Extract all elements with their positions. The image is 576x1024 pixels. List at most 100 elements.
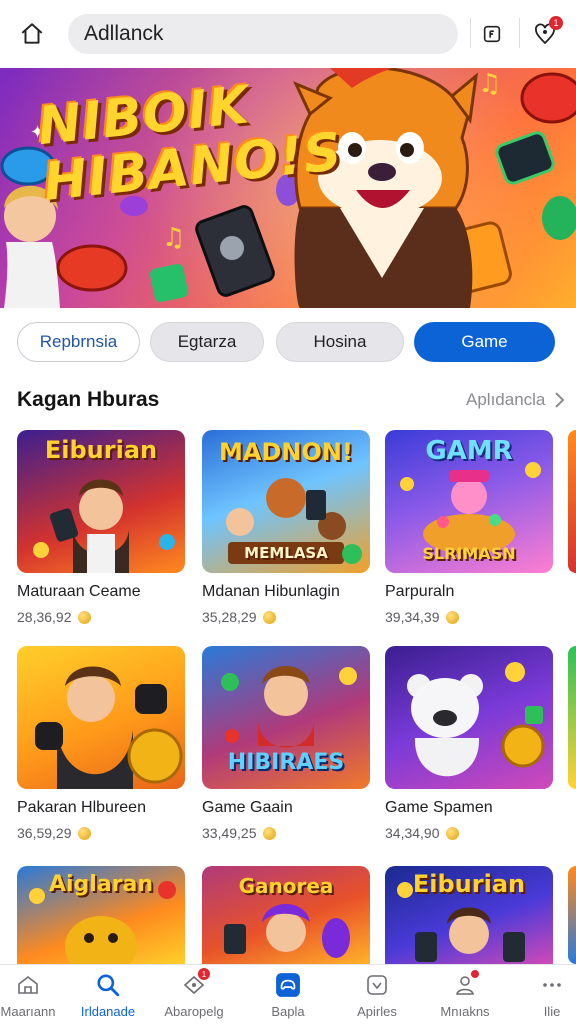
game-card[interactable]: Aiglaran: [17, 866, 185, 964]
coin-icon: [445, 826, 459, 840]
thumbnail-subtitle: MEMLASA: [244, 544, 328, 562]
game-thumbnail: [17, 646, 185, 789]
nav-label: Irldanade: [80, 1004, 136, 1019]
game-name: Pakaran Hlbureen: [17, 799, 146, 816]
coin-icon: [262, 826, 276, 840]
nav-games[interactable]: Bapla: [246, 971, 330, 1019]
game-card[interactable]: Pakaran Hlbureen 36,59,29: [17, 646, 185, 841]
game-name: Game Spamen: [385, 799, 493, 816]
hero-banner[interactable]: ♫ ♫ ✦ NIBOIK HIBANO!S: [0, 68, 576, 308]
tag-icon: 1: [180, 968, 210, 999]
thumbnail-title: Ganorea: [238, 874, 334, 898]
next-card-peek[interactable]: [568, 430, 576, 573]
game-thumbnail: Ganorea: [202, 866, 370, 964]
see-all-label: Aplıdancla: [466, 390, 546, 409]
apps-icon: [363, 971, 391, 999]
count-value: 36,59,29: [17, 825, 72, 841]
count-value: 34,34,90: [385, 825, 440, 841]
thumbnail-title: Aiglaran: [48, 872, 154, 897]
category-chips: Repbrnsia Egtarza Hosina Game: [0, 322, 576, 362]
game-thumbnail: GAMR SLRIMASN: [385, 430, 553, 573]
thumbnail-title: Eiburian: [412, 870, 526, 898]
game-count: 39,34,39: [385, 609, 553, 625]
game-count: 36,59,29: [17, 825, 185, 841]
svg-text:♫: ♫: [478, 69, 501, 99]
search-bar[interactable]: [68, 14, 458, 54]
game-thumbnail: [385, 646, 553, 789]
game-thumbnail: Eiburian: [385, 866, 553, 964]
chip-1[interactable]: Repbrnsia: [17, 322, 140, 362]
svg-text:♫: ♫: [162, 223, 185, 253]
home-icon: [21, 23, 43, 44]
nav-label: Ilie: [543, 1004, 561, 1019]
game-count: 34,34,90: [385, 825, 553, 841]
game-card[interactable]: MADNON! MEMLASA Mdanan Hibunlagin 35,28,…: [202, 430, 370, 625]
chip-game[interactable]: Game: [414, 322, 555, 362]
nav-label: Maarıann: [0, 1004, 56, 1019]
game-thumbnail: MADNON! MEMLASA: [202, 430, 370, 573]
more-icon: [538, 971, 566, 999]
count-value: 28,36,92: [17, 609, 72, 625]
coin-icon: [262, 610, 276, 624]
nav-apps[interactable]: Apirles: [335, 971, 419, 1019]
coin-icon: [77, 826, 91, 840]
nav-dot-badge: [471, 970, 479, 978]
game-thumbnail: HIBIRAES: [202, 646, 370, 789]
person-icon: [451, 970, 479, 999]
game-card[interactable]: Eiburian Maturaan Ceame 28,36,92: [17, 430, 185, 625]
nav-badge: 1: [198, 968, 210, 980]
nav-label: Mnıakns: [440, 1004, 490, 1019]
game-thumbnail: Eiburian: [17, 430, 185, 573]
nav-home[interactable]: Maarıann: [0, 971, 70, 1019]
search-input[interactable]: [84, 22, 458, 46]
count-value: 39,34,39: [385, 609, 440, 625]
coin-icon: [77, 610, 91, 624]
nav-search[interactable]: Irldanade: [66, 971, 150, 1019]
game-card[interactable]: Eiburian: [385, 866, 553, 964]
thumbnail-title: HIBIRAES: [227, 750, 345, 775]
coin-icon: [445, 610, 459, 624]
thumbnail-title: GAMR: [425, 436, 513, 466]
thumbnail-title: MADNON!: [219, 438, 353, 466]
storefront-icon: [483, 25, 501, 43]
section-title: Kagan Hburas: [17, 388, 160, 411]
nav-profile[interactable]: Mnıakns: [423, 970, 507, 1019]
next-card-peek[interactable]: [568, 866, 576, 964]
game-count: 28,36,92: [17, 609, 185, 625]
section-see-all-link[interactable]: Aplıdancla: [466, 390, 565, 410]
divider: [470, 18, 471, 48]
thumbnail-title: Eiburian: [44, 436, 158, 464]
notification-badge: 1: [549, 16, 563, 30]
game-card[interactable]: GAMR SLRIMASN Parpuraln 39,34,39: [385, 430, 553, 625]
nav-label: Abaropelg: [164, 1004, 224, 1019]
home-button[interactable]: [16, 18, 48, 50]
next-card-peek[interactable]: [568, 646, 576, 789]
game-name: Game Gaain: [202, 799, 293, 816]
chip-3[interactable]: Hosina: [276, 322, 404, 362]
nav-more[interactable]: Ilie: [510, 971, 576, 1019]
game-count: 33,49,25: [202, 825, 370, 841]
game-name: Mdanan Hibunlagin: [202, 583, 340, 600]
nav-label: Apirles: [357, 1004, 397, 1019]
gamepad-icon: [274, 971, 302, 999]
chevron-right-icon: [555, 392, 565, 408]
game-count: 35,28,29: [202, 609, 370, 625]
wishlist-button[interactable]: 1: [529, 16, 563, 50]
home-icon: [14, 971, 42, 999]
nav-label: Bapla: [271, 1004, 305, 1019]
count-value: 35,28,29: [202, 609, 257, 625]
nav-offers[interactable]: 1 Abaropelg: [152, 968, 236, 1019]
top-bar: 1: [0, 0, 576, 68]
chip-2[interactable]: Egtarza: [150, 322, 264, 362]
count-value: 33,49,25: [202, 825, 257, 841]
game-card[interactable]: Game Spamen 34,34,90: [385, 646, 553, 841]
bottom-navigation: Maarıann Irldanade 1 Abaropelg Bapla Api…: [0, 964, 576, 1024]
game-thumbnail: Aiglaran: [17, 866, 185, 964]
game-card[interactable]: Ganorea: [202, 866, 370, 964]
game-card[interactable]: HIBIRAES Game Gaain 33,49,25: [202, 646, 370, 841]
storefront-button[interactable]: [476, 18, 508, 50]
search-icon: [94, 971, 122, 999]
game-name: Maturaan Ceame: [17, 583, 141, 600]
game-name: Parpuraln: [385, 583, 455, 600]
thumbnail-subtitle: SLRIMASN: [422, 544, 516, 563]
